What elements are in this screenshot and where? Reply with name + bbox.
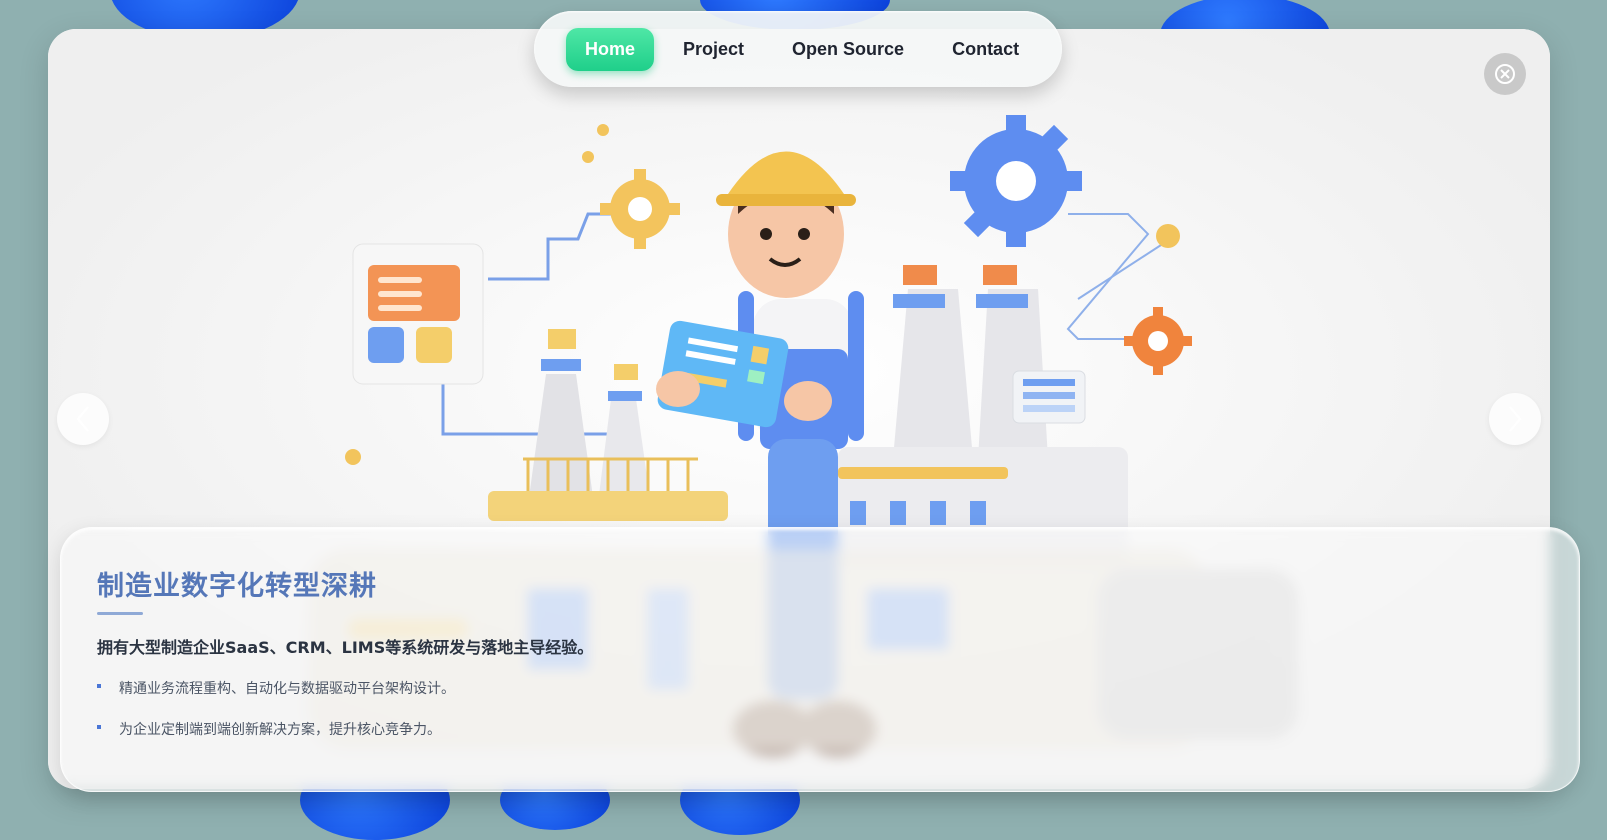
nav-open-source[interactable]: Open Source: [773, 28, 923, 71]
chevron-left-icon: [76, 406, 89, 432]
list-item: 精通业务流程重构、自动化与数据驱动平台架构设计。: [97, 678, 455, 698]
title-underline: [97, 612, 143, 615]
hero-title: 制造业数字化转型深耕: [97, 571, 377, 602]
chevron-right-icon: [1509, 406, 1522, 432]
hero-lead: 拥有大型制造企业SaaS、CRM、LIMS等系统研发与落地主导经验。: [97, 638, 594, 657]
nav-contact[interactable]: Contact: [933, 28, 1038, 71]
hero-bullet-list: 精通业务流程重构、自动化与数据驱动平台架构设计。 为企业定制端到端创新解决方案，…: [97, 678, 455, 760]
nav-project[interactable]: Project: [664, 28, 763, 71]
nav-home[interactable]: Home: [566, 27, 655, 71]
top-nav: Home Project Open Source Contact: [534, 11, 1062, 87]
carousel-next-button[interactable]: [1489, 393, 1541, 445]
list-item: 为企业定制端到端创新解决方案，提升核心竞争力。: [97, 719, 455, 739]
hero-info-panel: 制造业数字化转型深耕 拥有大型制造企业SaaS、CRM、LIMS等系统研发与落地…: [60, 527, 1580, 792]
carousel-prev-button[interactable]: [57, 393, 109, 445]
close-circle-icon: [1495, 64, 1515, 84]
close-button[interactable]: [1484, 53, 1526, 95]
